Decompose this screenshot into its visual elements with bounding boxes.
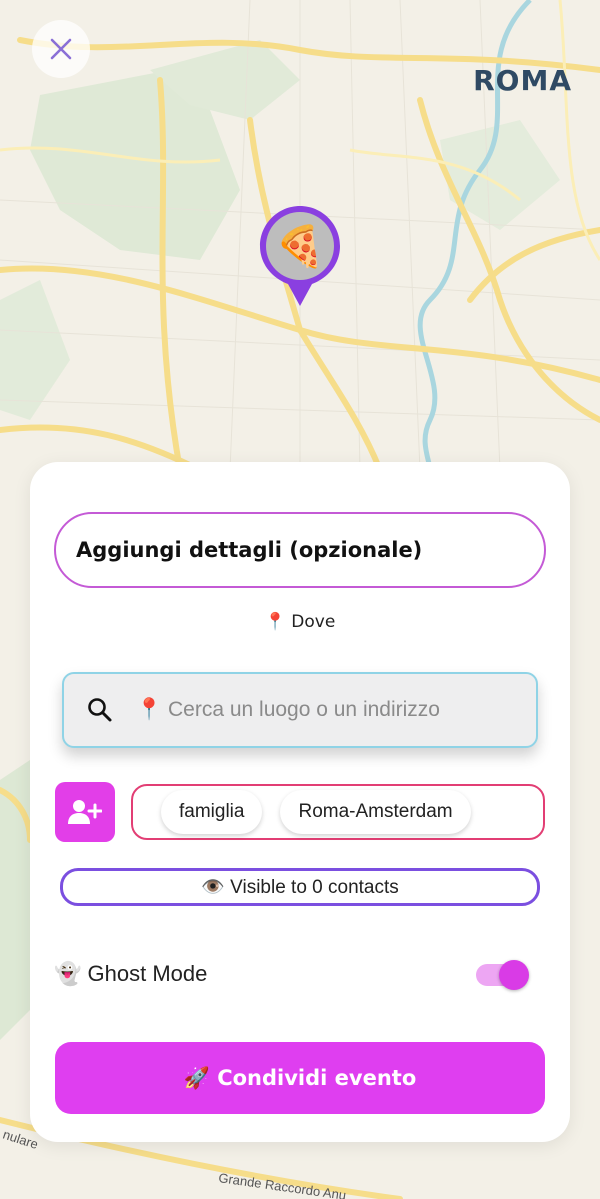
where-label: 📍 Dove (264, 612, 336, 632)
group-chip[interactable]: Roma-Amsterdam (280, 790, 471, 834)
toggle-knob (499, 960, 529, 990)
ghost-mode-label: 👻 Ghost Mode (54, 961, 208, 986)
add-person-icon (68, 800, 102, 824)
close-icon (50, 38, 72, 60)
search-placeholder: 📍 Cerca un luogo o un indirizzo (136, 698, 440, 721)
group-chip[interactable]: famiglia (161, 790, 263, 834)
event-form-card: Aggiungi dettagli (opzionale) 📍 Dove 📍 C… (30, 462, 570, 1142)
visibility-indicator[interactable]: 👁️ Visible to 0 contacts (60, 868, 540, 906)
city-label: ROMA (473, 64, 572, 97)
add-contact-button[interactable] (55, 782, 115, 842)
search-icon (88, 698, 112, 722)
event-map-pin[interactable]: 🍕 (256, 202, 344, 312)
location-search-input[interactable]: 📍 Cerca un luogo o un indirizzo (62, 672, 538, 748)
share-event-button[interactable]: 🚀 Condividi evento (55, 1042, 545, 1114)
event-title-placeholder: Aggiungi dettagli (opzionale) (76, 538, 423, 562)
ghost-mode-row: 👻 Ghost Mode (54, 952, 534, 996)
close-button[interactable] (32, 20, 90, 78)
ghost-mode-toggle[interactable] (476, 960, 529, 990)
pizza-icon: 🍕 (275, 223, 325, 270)
groups-selector: famiglia Roma-Amsterdam (131, 784, 545, 840)
event-title-input[interactable]: Aggiungi dettagli (opzionale) (54, 512, 546, 588)
